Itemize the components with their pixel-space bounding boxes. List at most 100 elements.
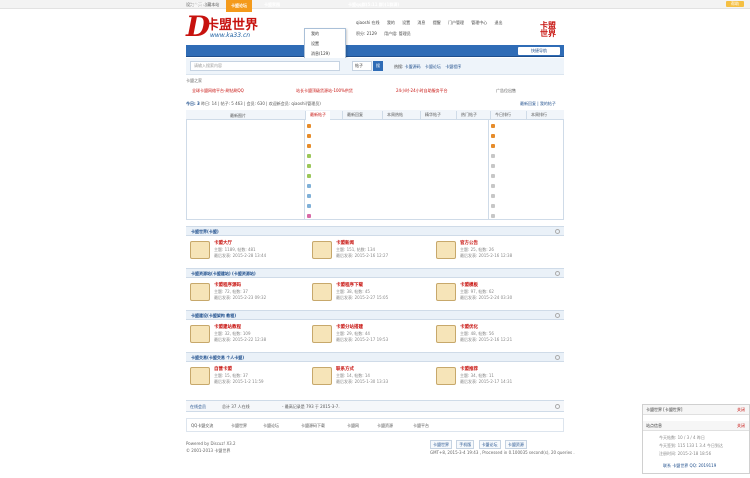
user-name[interactable]: qiaoshi 在线 xyxy=(356,20,380,25)
forum-name[interactable]: 官方公告 xyxy=(460,240,478,246)
forum-item[interactable]: 卡盟模板 主题: 97, 帖数: 62 最后发表: 2015-2-24 03:30 xyxy=(436,282,556,306)
user-logout[interactable]: 退出 xyxy=(495,20,503,25)
collapse-icon[interactable] xyxy=(555,313,560,318)
forum-icon[interactable] xyxy=(312,367,332,385)
flink-1[interactable]: QQ卡盟交流 xyxy=(191,423,213,429)
forum-name[interactable]: 卡盟建站教程 xyxy=(214,324,241,330)
logo-name[interactable]: 卡盟世界 xyxy=(206,14,258,33)
hot-item-1[interactable]: 卡盟源码 xyxy=(405,64,421,69)
tab-latest-replies[interactable]: 最新回复 xyxy=(342,111,367,120)
section-title-3[interactable]: 卡盟建设(卡盟架构 教程) xyxy=(191,313,236,319)
forum-last-post[interactable]: 最后发表: 2015-2-27 15:05 xyxy=(336,295,388,301)
online-label[interactable]: 在线会员 xyxy=(190,404,206,410)
footer-btn-1[interactable]: 卡盟世界 xyxy=(430,440,452,449)
forum-item[interactable]: 卡盟新闻 主题: 151, 帖数: 134 最后发表: 2015-2-16 12:2… xyxy=(312,240,432,264)
forum-name[interactable]: 卡盟模板 xyxy=(460,282,478,288)
forum-last-post[interactable]: 最后发表: 2015-1-2 11:59 xyxy=(214,379,264,385)
forum-icon[interactable] xyxy=(436,367,456,385)
forum-last-post[interactable]: 最后发表: 2015-2-23 09:32 xyxy=(214,295,266,301)
nav-item-forum[interactable]: 卡盟论坛 xyxy=(226,0,252,12)
hot-item-3[interactable]: 卡盟程序 xyxy=(445,64,461,69)
flink-4[interactable]: 卡盟源码下载 xyxy=(301,423,325,429)
forum-item[interactable]: 卡盟大厅 主题: 1189, 帖数: 481 最后发表: 2015-2-28 13:… xyxy=(190,240,310,264)
tab-today-rank[interactable]: 今日排行 xyxy=(490,111,515,120)
forum-last-post[interactable]: 最后发表: 2015-2-16 12:21 xyxy=(460,337,512,343)
flink-3[interactable]: 卡盟论坛 xyxy=(263,423,279,429)
forum-last-post[interactable]: 最后发表: 2015-2-17 19:53 xyxy=(336,337,388,343)
forum-name[interactable]: 卡盟优化 xyxy=(460,324,478,330)
flink-5[interactable]: 卡盟网 xyxy=(347,423,359,429)
section-title-1[interactable]: 卡盟世界(卡盟) xyxy=(191,229,219,235)
forum-icon[interactable] xyxy=(312,241,332,259)
panel-footer[interactable]: 联系 卡盟世界 QQ: 2019119 xyxy=(663,463,716,469)
section-title-4[interactable]: 卡盟交易(卡盟交易 个人卡盟) xyxy=(191,355,244,361)
search-button[interactable]: 搜 xyxy=(373,61,383,71)
forum-last-post[interactable]: 最后发表: 2015-2-16 12:38 xyxy=(460,253,512,259)
forum-item[interactable]: 卡盟分站搭建 主题: 29, 帖数: 44 最后发表: 2015-2-17 19:5… xyxy=(312,324,432,348)
forum-last-post[interactable]: 最后发表: 2015-2-22 12:38 xyxy=(214,337,266,343)
forum-icon[interactable] xyxy=(190,241,210,259)
ad-link-2[interactable]: 站长卡盟顶级货源站-100%供货 xyxy=(296,88,353,94)
footer-btn-4[interactable]: 卡盟资源 xyxy=(504,440,527,449)
forum-item[interactable]: 卡盟程序源码 主题: 72, 帖数: 37 最后发表: 2015-2-23 09:3… xyxy=(190,282,310,306)
forum-name[interactable]: 卡盟新闻 xyxy=(336,240,354,246)
hot-item-2[interactable]: 卡盟论坛 xyxy=(425,64,441,69)
flink-6[interactable]: 卡盟资源 xyxy=(377,423,393,429)
ad-link-3[interactable]: 24小时-24小时自助服务平台 xyxy=(396,88,448,94)
quick-nav-button[interactable]: 快捷导航 xyxy=(518,47,560,55)
user-messages[interactable]: 消息 xyxy=(417,20,425,25)
forum-last-post[interactable]: 最后发表: 2015-2-16 12:27 xyxy=(336,253,388,259)
user-group[interactable]: 用户组: 管理员 xyxy=(384,31,411,36)
panel-close-2[interactable]: 关闭 xyxy=(737,421,745,431)
nav-item-qq[interactable]: 卡盟qq群(5:11 群)(1群满) xyxy=(348,2,399,8)
forum-name[interactable]: 卡盟分站搭建 xyxy=(336,324,363,330)
user-admin[interactable]: 管理中心 xyxy=(471,20,487,25)
forum-name[interactable]: 卡盟推荐 xyxy=(460,366,478,372)
collapse-icon[interactable] xyxy=(555,271,560,276)
nav-item-home[interactable]: 卡盟家园 xyxy=(264,2,280,8)
forum-item[interactable]: 卡盟优化 主题: 48, 帖数: 56 最后发表: 2015-2-16 12:21 xyxy=(436,324,556,348)
logo-mark[interactable]: D xyxy=(186,12,210,42)
forum-name[interactable]: 联系方式 xyxy=(336,366,354,372)
breadcrumb[interactable]: 卡盟之家 xyxy=(186,78,202,84)
forum-item[interactable]: 官方公告 主题: 25, 帖数: 26 最后发表: 2015-2-16 12:38 xyxy=(436,240,556,264)
flink-2[interactable]: 卡盟世界 xyxy=(231,423,247,429)
collapse-icon[interactable] xyxy=(555,229,560,234)
forum-icon[interactable] xyxy=(190,325,210,343)
ad-link-1[interactable]: 全球卡盟网络平台-刷钻刷QQ xyxy=(192,88,244,94)
forum-icon[interactable] xyxy=(312,325,332,343)
user-my[interactable]: 我的 xyxy=(387,20,395,25)
forum-name[interactable]: 自营卡盟 xyxy=(214,366,232,372)
user-credits[interactable]: 积分: 2129 xyxy=(356,31,377,36)
footer-btn-3[interactable]: 卡盟论坛 xyxy=(478,440,501,449)
forum-icon[interactable] xyxy=(436,283,456,301)
forum-last-post[interactable]: 最后发表: 2015-1-30 13:33 xyxy=(336,379,388,385)
forum-icon[interactable] xyxy=(436,325,456,343)
forum-name[interactable]: 卡盟程序源码 xyxy=(214,282,241,288)
tab-digest[interactable]: 精华帖子 xyxy=(420,111,445,120)
forum-icon[interactable] xyxy=(190,367,210,385)
tab-hot[interactable]: 热门帖子 xyxy=(456,111,481,120)
forum-name[interactable]: 卡盟大厅 xyxy=(214,240,232,246)
forum-item[interactable]: 卡盟推荐 主题: 34, 帖数: 11 最后发表: 2015-2-17 14:31 xyxy=(436,366,556,390)
nav-item-world[interactable]: 卡盟世界 xyxy=(190,2,206,8)
forum-item[interactable]: 自营卡盟 主题: 15, 帖数: 37 最后发表: 2015-1-2 11:59 xyxy=(190,366,310,390)
forum-icon[interactable] xyxy=(436,241,456,259)
footer-btn-2[interactable]: 手机版 xyxy=(456,440,475,449)
powered-by[interactable]: Powered by Discuz! X3.2 xyxy=(186,440,236,447)
forum-name[interactable]: 卡盟程序下载 xyxy=(336,282,363,288)
user-portal[interactable]: 门户管理 xyxy=(448,20,464,25)
forum-last-post[interactable]: 最后发表: 2015-2-17 14:31 xyxy=(460,379,512,385)
forum-last-post[interactable]: 最后发表: 2015-2-24 03:30 xyxy=(460,295,512,301)
forum-item[interactable]: 卡盟建站教程 主题: 32, 帖数: 109 最后发表: 2015-2-22 12:… xyxy=(190,324,310,348)
forum-icon[interactable] xyxy=(312,283,332,301)
forum-last-post[interactable]: 最后发表: 2015-2-28 13:44 xyxy=(214,253,266,259)
forum-item[interactable]: 卡盟程序下载 主题: 38, 帖数: 45 最后发表: 2015-2-27 15:0… xyxy=(312,282,432,306)
search-input[interactable]: 请输入搜索内容 xyxy=(190,61,340,71)
ad-link-4[interactable]: 广告位出售 xyxy=(496,88,516,94)
forum-item[interactable]: 联系方式 主题: 14, 帖数: 14 最后发表: 2015-1-30 13:33 xyxy=(312,366,432,390)
tab-latest-posts[interactable]: 最新帖子 xyxy=(305,111,330,120)
dropdown-item-settings[interactable]: 设置 xyxy=(305,39,345,49)
user-settings[interactable]: 设置 xyxy=(402,20,410,25)
search-type-select[interactable]: 帖子 xyxy=(352,61,372,71)
